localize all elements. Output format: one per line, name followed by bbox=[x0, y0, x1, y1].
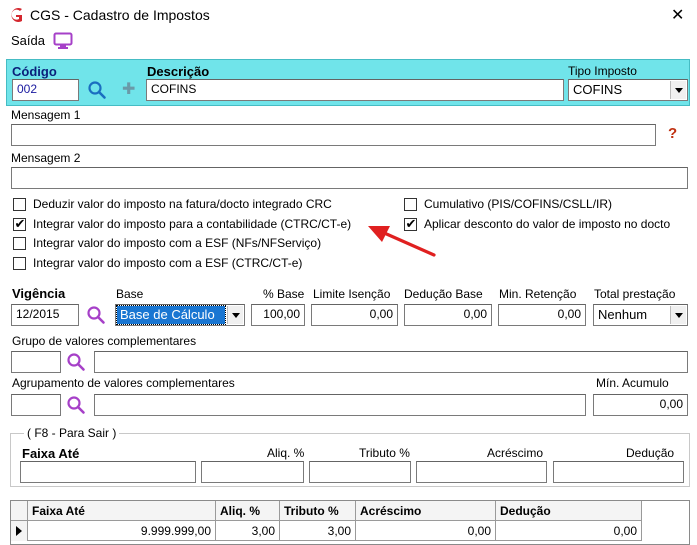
cumulative-label: Cumulativo (PIS/COFINS/CSLL/IR) bbox=[424, 197, 613, 211]
window-title: CGS - Cadastro de Impostos bbox=[30, 7, 210, 23]
base-deduction-input[interactable]: 0,00 bbox=[404, 304, 492, 326]
aliq-input[interactable] bbox=[201, 461, 304, 483]
apply-discount-label: Aplicar desconto do valor de imposto no … bbox=[424, 217, 671, 231]
faixa-grid: Faixa Até Aliq. % Tributo % Acréscimo De… bbox=[10, 500, 690, 545]
base-deduction-label: Dedução Base bbox=[404, 287, 483, 301]
min-accumulate-label: Mín. Acumulo bbox=[596, 376, 669, 390]
group-desc-input[interactable] bbox=[94, 351, 688, 373]
exit-menu-item[interactable]: Saída bbox=[11, 33, 45, 48]
code-input[interactable]: 002 bbox=[12, 79, 79, 101]
grouping-code-input[interactable] bbox=[11, 394, 61, 416]
message2-input[interactable] bbox=[11, 167, 688, 189]
tax-type-value: COFINS bbox=[573, 82, 623, 97]
exemption-limit-input[interactable]: 0,00 bbox=[311, 304, 398, 326]
message2-label: Mensagem 2 bbox=[11, 151, 81, 165]
min-retention-input[interactable]: 0,00 bbox=[498, 304, 586, 326]
help-icon[interactable]: ? bbox=[668, 125, 677, 142]
header-band: Código 002 ✚ Descrição COFINS Tipo Impos… bbox=[6, 59, 690, 106]
deducao-label: Dedução bbox=[626, 446, 675, 460]
faixa-input[interactable] bbox=[20, 461, 196, 483]
tributo-label: Tributo % bbox=[359, 446, 410, 460]
base-label: Base bbox=[116, 287, 144, 301]
min-accumulate-input[interactable]: 0,00 bbox=[593, 394, 688, 416]
total-service-select[interactable]: Nenhum bbox=[593, 304, 688, 326]
monitor-icon[interactable] bbox=[53, 32, 73, 50]
vigencia-label: Vigência bbox=[12, 286, 66, 301]
grid-header-acrescimo[interactable]: Acréscimo bbox=[356, 501, 496, 521]
pct-base-label: % Base bbox=[263, 287, 305, 301]
base-value: Base de Cálculo bbox=[116, 305, 226, 325]
search-icon[interactable] bbox=[86, 305, 106, 325]
faixa-label: Faixa Até bbox=[22, 446, 80, 461]
acrescimo-input[interactable] bbox=[416, 461, 547, 483]
annotation-arrow bbox=[368, 226, 436, 257]
deduct-tax-label: Deduzir valor do imposto na fatura/docto… bbox=[33, 197, 332, 211]
chevron-down-icon[interactable] bbox=[670, 306, 686, 324]
grid-cell-faixa[interactable]: 9.999.999,00 bbox=[28, 521, 216, 541]
base-select[interactable]: Base de Cálculo bbox=[115, 304, 245, 326]
group-code-input[interactable] bbox=[11, 351, 61, 373]
description-label: Descrição bbox=[147, 64, 210, 79]
faixa-legend: ( F8 - Para Sair ) bbox=[24, 426, 120, 440]
total-service-value: Nenhum bbox=[598, 307, 648, 322]
total-service-label: Total prestação bbox=[594, 287, 676, 301]
search-icon[interactable] bbox=[66, 352, 86, 372]
aliq-label: Aliq. % bbox=[267, 446, 305, 460]
menu-bar: Saída bbox=[0, 30, 697, 52]
tax-type-label: Tipo Imposto bbox=[568, 64, 637, 78]
grouping-desc-input[interactable] bbox=[94, 394, 586, 416]
search-icon[interactable] bbox=[87, 80, 107, 100]
grid-header-aliq[interactable]: Aliq. % bbox=[216, 501, 280, 521]
tributo-input[interactable] bbox=[309, 461, 411, 483]
integrate-esf-ctrc-label: Integrar valor do imposto com a ESF (CTR… bbox=[33, 256, 303, 270]
deducao-input[interactable] bbox=[553, 461, 684, 483]
grid-cell-aliq[interactable]: 3,00 bbox=[216, 521, 280, 541]
cumulative-checkbox[interactable] bbox=[404, 198, 417, 211]
row-pointer-icon bbox=[16, 526, 22, 536]
grid-cell-acrescimo[interactable]: 0,00 bbox=[356, 521, 496, 541]
chevron-down-icon[interactable] bbox=[227, 306, 243, 324]
grid-header-deducao[interactable]: Dedução bbox=[496, 501, 642, 521]
pct-base-input[interactable]: 100,00 bbox=[251, 304, 305, 326]
integrate-accounting-checkbox[interactable]: ✔ bbox=[13, 216, 26, 231]
description-input[interactable]: COFINS bbox=[146, 79, 564, 101]
group-label: Grupo de valores complementares bbox=[12, 334, 197, 348]
vigencia-input[interactable]: 12/2015 bbox=[11, 304, 79, 326]
grid-header-tributo[interactable]: Tributo % bbox=[280, 501, 356, 521]
check-icon: ✔ bbox=[14, 216, 26, 231]
close-icon[interactable]: ✕ bbox=[671, 5, 684, 25]
code-label: Código bbox=[12, 64, 57, 79]
app-logo-icon bbox=[11, 8, 22, 22]
exemption-limit-label: Limite Isenção bbox=[313, 287, 391, 301]
grid-cell-deducao[interactable]: 0,00 bbox=[496, 521, 642, 541]
title-bar: CGS - Cadastro de Impostos ✕ bbox=[0, 0, 697, 30]
min-retention-label: Min. Retenção bbox=[499, 287, 577, 301]
integrate-esf-ctrc-checkbox[interactable] bbox=[13, 257, 26, 270]
acrescimo-label: Acréscimo bbox=[487, 446, 544, 460]
tax-type-select[interactable]: COFINS bbox=[568, 79, 688, 101]
message1-input[interactable] bbox=[11, 124, 656, 146]
message1-label: Mensagem 1 bbox=[11, 108, 81, 122]
search-icon[interactable] bbox=[66, 395, 86, 415]
chevron-down-icon[interactable] bbox=[670, 81, 686, 99]
integrate-accounting-label: Integrar valor do imposto para a contabi… bbox=[33, 217, 352, 231]
deduct-tax-checkbox[interactable] bbox=[13, 198, 26, 211]
grid-corner bbox=[11, 501, 28, 521]
integrate-esf-nfs-checkbox[interactable] bbox=[13, 237, 26, 250]
integrate-esf-nfs-label: Integrar valor do imposto com a ESF (NFs… bbox=[33, 236, 322, 250]
add-icon[interactable]: ✚ bbox=[122, 79, 135, 99]
grid-header-faixa[interactable]: Faixa Até bbox=[28, 501, 216, 521]
grouping-label: Agrupamento de valores complementares bbox=[12, 376, 235, 390]
grid-cell-tributo[interactable]: 3,00 bbox=[280, 521, 356, 541]
